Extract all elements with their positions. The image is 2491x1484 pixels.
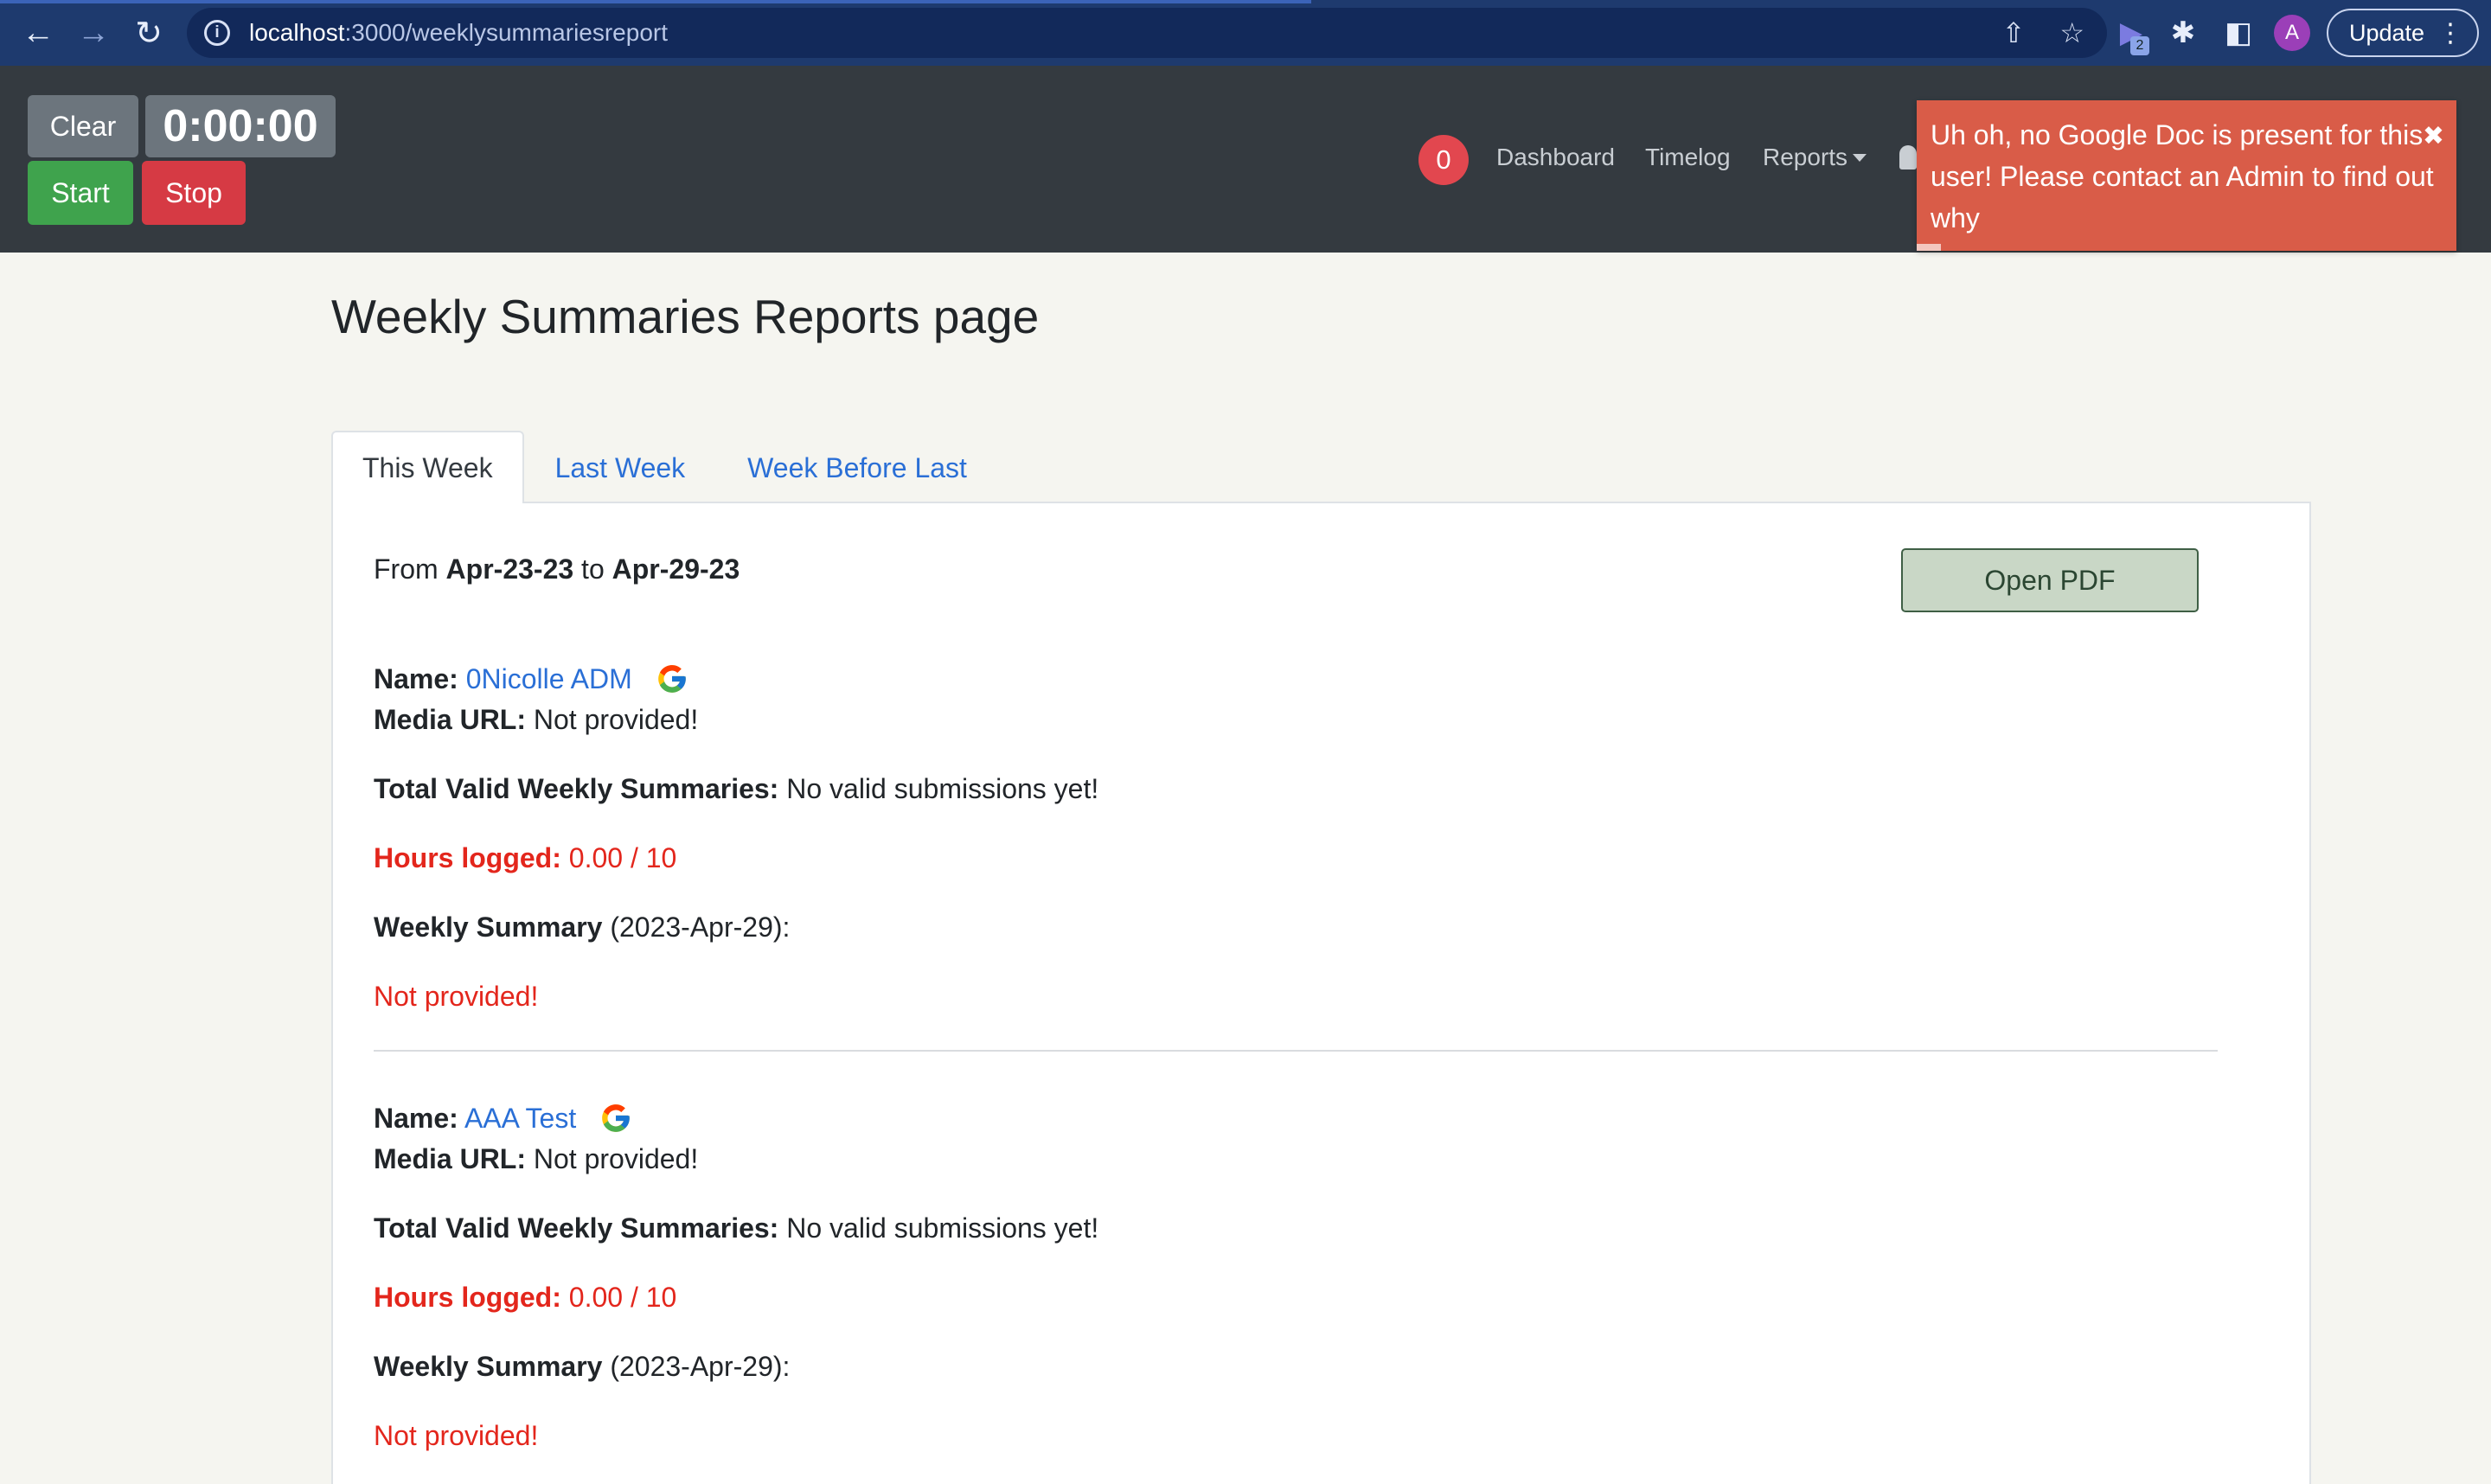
total-valid-row: Total Valid Weekly Summaries: No valid s… xyxy=(374,773,1099,804)
nav-timelog[interactable]: Timelog xyxy=(1645,144,1731,171)
to-date: Apr-29-23 xyxy=(612,553,740,585)
reload-icon[interactable]: ↻ xyxy=(125,9,173,57)
page-title: Weekly Summaries Reports page xyxy=(331,290,1040,343)
avatar-letter: A xyxy=(2274,15,2310,51)
weekly-summary-row: Weekly Summary (2023-Apr-29): xyxy=(374,912,791,943)
total-valid-row: Total Valid Weekly Summaries: No valid s… xyxy=(374,1212,1099,1244)
divider xyxy=(374,1050,2218,1052)
nav-dashboard[interactable]: Dashboard xyxy=(1496,144,1615,171)
notification-count-badge[interactable]: 0 xyxy=(1418,135,1469,185)
error-toast: Uh oh, no Google Doc is present for this… xyxy=(1917,100,2456,251)
hours-logged-row: Hours logged: 0.00 / 10 xyxy=(374,842,677,873)
extension-badge: 2 xyxy=(2130,36,2149,55)
tab-week-before-last[interactable]: Week Before Last xyxy=(716,431,998,503)
google-doc-icon[interactable] xyxy=(599,1102,632,1135)
tab-this-week[interactable]: This Week xyxy=(331,431,524,503)
media-url-row: Media URL: Not provided! xyxy=(374,704,699,735)
tab-last-week[interactable]: Last Week xyxy=(524,431,717,503)
side-panel-icon[interactable]: ◧ xyxy=(2219,9,2257,57)
week-tabs: This Week Last Week Week Before Last xyxy=(331,431,998,503)
user-name-row: Name: 0Nicolle ADM xyxy=(374,662,688,695)
from-date: Apr-23-23 xyxy=(445,553,574,585)
chevron-down-icon xyxy=(1853,154,1867,162)
forward-arrow-icon[interactable]: → xyxy=(69,9,118,57)
toast-progress-bar xyxy=(1917,244,1941,251)
open-pdf-button[interactable]: Open PDF xyxy=(1901,548,2199,612)
nav-reports[interactable]: Reports xyxy=(1763,144,1867,171)
weekly-summary-text: Not provided! xyxy=(374,981,539,1012)
clear-timer-button[interactable]: Clear xyxy=(28,95,138,157)
hours-logged-row: Hours logged: 0.00 / 10 xyxy=(374,1282,677,1313)
url-text[interactable]: localhost:3000/weeklysummariesreport xyxy=(249,19,668,47)
toast-message: Uh oh, no Google Doc is present for this… xyxy=(1931,119,2434,233)
tab-panel xyxy=(331,502,2311,1484)
google-doc-icon[interactable] xyxy=(656,662,688,695)
date-range: From Apr-23-23 to Apr-29-23 xyxy=(374,553,740,585)
bookmark-star-icon[interactable]: ☆ xyxy=(2059,16,2084,49)
profile-avatar[interactable]: A xyxy=(2273,9,2311,57)
weekly-summary-row: Weekly Summary (2023-Apr-29): xyxy=(374,1351,791,1382)
user-name-link[interactable]: AAA Test xyxy=(464,1103,576,1134)
timer-display: 0:00:00 xyxy=(145,95,336,157)
page-load-indicator xyxy=(0,0,1311,3)
back-arrow-icon[interactable]: ← xyxy=(14,9,62,57)
browser-update-button[interactable]: Update ⋮ xyxy=(2327,9,2479,57)
puzzle-extensions-icon[interactable]: ✱ xyxy=(2164,9,2202,57)
media-url-row: Media URL: Not provided! xyxy=(374,1143,699,1174)
bell-icon[interactable] xyxy=(1899,145,1917,170)
weekly-summary-text: Not provided! xyxy=(374,1420,539,1451)
nav-reports-label: Reports xyxy=(1763,144,1848,170)
user-name-link[interactable]: 0Nicolle ADM xyxy=(466,663,632,694)
user-name-row: Name: AAA Test xyxy=(374,1102,632,1135)
close-icon[interactable]: ✖ xyxy=(2423,116,2444,157)
update-label: Update xyxy=(2349,19,2425,46)
more-menu-icon[interactable]: ⋮ xyxy=(2437,18,2463,48)
share-icon[interactable]: ⇧ xyxy=(2002,16,2026,49)
start-timer-button[interactable]: Start xyxy=(28,161,133,225)
stop-timer-button[interactable]: Stop xyxy=(142,161,246,225)
browser-toolbar: ← → ↻ i localhost:3000/weeklysummariesre… xyxy=(0,0,2491,66)
site-info-icon[interactable]: i xyxy=(204,20,230,46)
address-bar[interactable]: i localhost:3000/weeklysummariesreport ⇧… xyxy=(187,8,2107,58)
